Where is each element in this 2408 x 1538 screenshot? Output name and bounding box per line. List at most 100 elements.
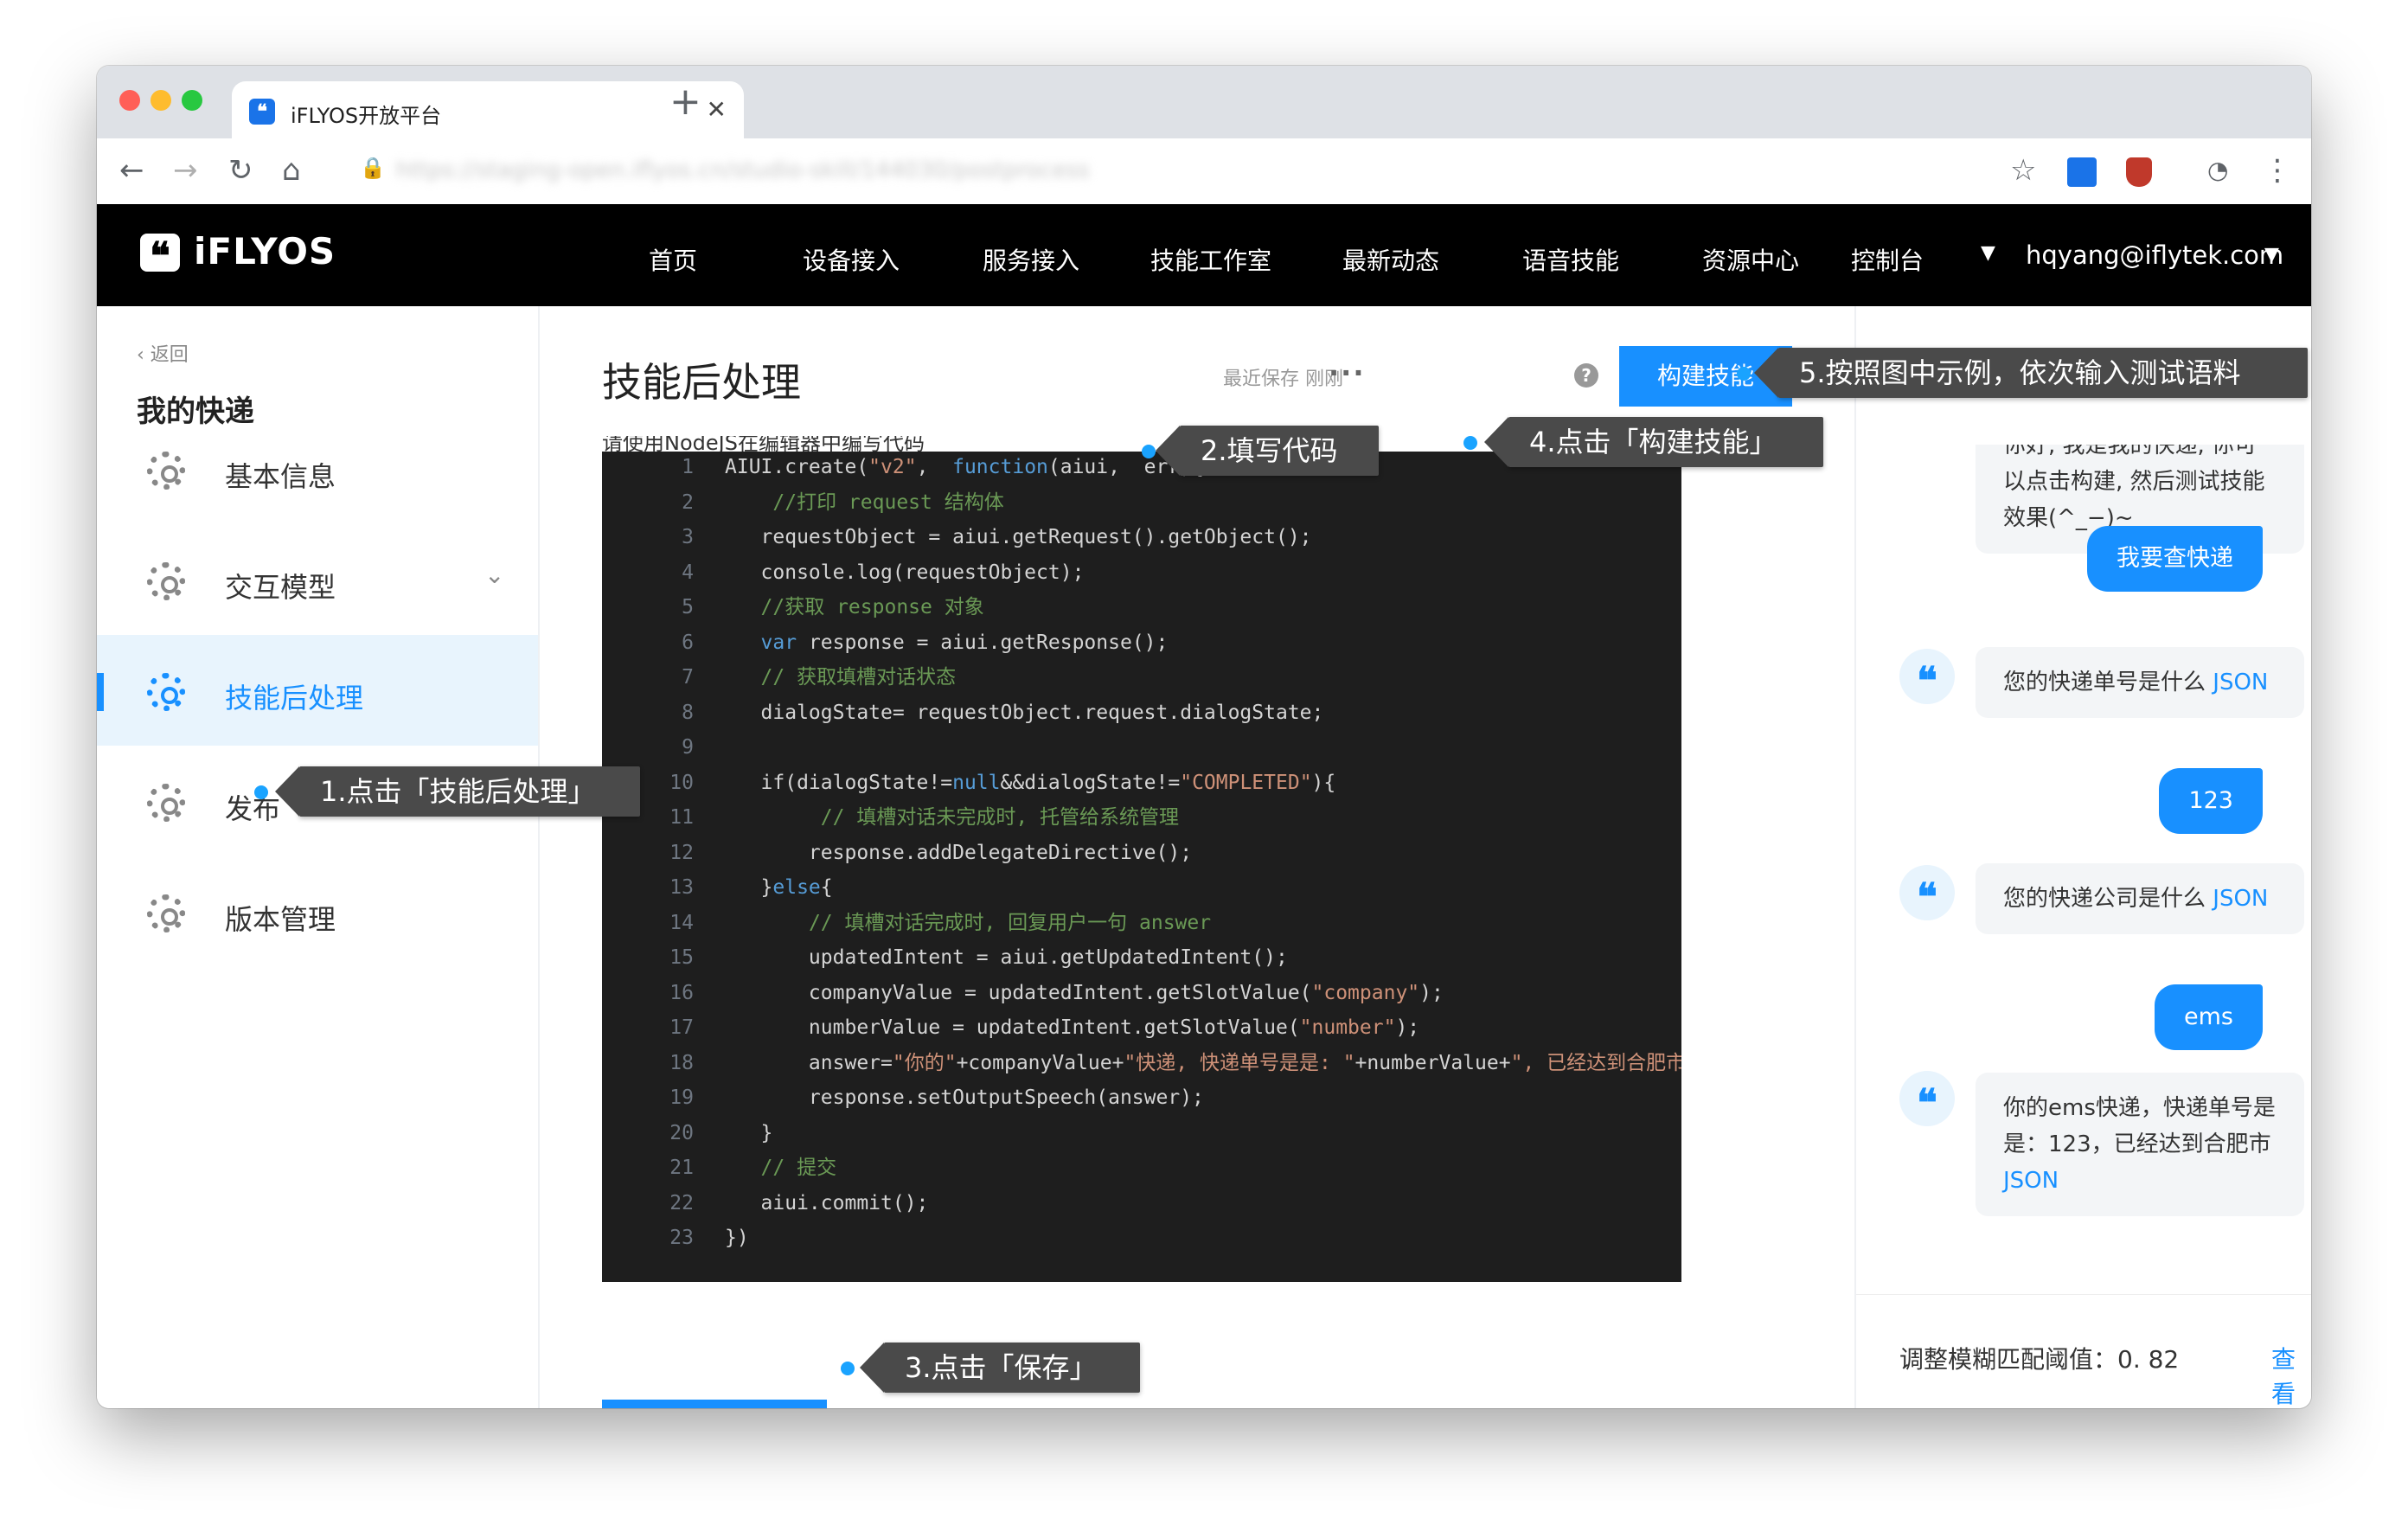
code-line[interactable]: 2 //打印 request 结构体 — [602, 487, 1681, 518]
sidebar-item-postprocess[interactable]: 技能后处理 — [97, 635, 538, 746]
nav-voice-skills[interactable]: 语音技能 — [1522, 242, 1619, 277]
code-line[interactable]: 5 //获取 response 对象 — [602, 592, 1681, 623]
json-link[interactable]: JSON — [2003, 1168, 2059, 1194]
forward-arrow-icon[interactable]: → — [173, 154, 198, 187]
line-number: 18 — [669, 1051, 694, 1074]
sidebar-item-versions[interactable]: 版本管理 — [97, 856, 538, 967]
incognito-icon[interactable]: ◔ — [2207, 154, 2228, 187]
line-number: 15 — [669, 946, 694, 969]
nav-console[interactable]: 控制台 — [1851, 242, 1924, 277]
bot-message-text: 您的快递单号是什么 — [2003, 670, 2206, 695]
back-link[interactable]: ‹ 返回 — [137, 339, 189, 367]
nav-studio[interactable]: 技能工作室 — [1150, 242, 1271, 277]
code-line[interactable]: 20 } — [602, 1118, 1681, 1149]
nav-news[interactable]: 最新动态 — [1342, 242, 1439, 277]
code-line[interactable]: 16 companyValue = updatedIntent.getSlotV… — [602, 977, 1681, 1009]
code-text: }else{ — [725, 876, 833, 899]
code-line[interactable]: 19 response.setOutputSpeech(answer); — [602, 1082, 1681, 1113]
code-line[interactable]: 12 response.addDelegateDirective(); — [602, 837, 1681, 868]
code-line[interactable]: 8 dialogState= requestObject.request.dia… — [602, 697, 1681, 728]
code-text: requestObject = aiui.getRequest().getObj… — [725, 526, 1312, 548]
code-line[interactable]: 14 // 填槽对话完成时, 回复用户一句 answer — [602, 907, 1681, 939]
browser-tab[interactable]: ❝ iFLYOS开放平台 ✕ — [232, 81, 744, 138]
code-text: AIUI.create("v2", function(aiui, err){ — [725, 456, 1204, 478]
bot-avatar-icon: ❝ — [1899, 865, 1955, 920]
nav-home[interactable]: 首页 — [649, 242, 697, 277]
user-message: 我要查快递 — [2087, 526, 2263, 592]
line-number: 23 — [669, 1227, 694, 1249]
user-account[interactable]: hqyang@iflytek.com — [2026, 240, 2283, 270]
line-number: 2 — [682, 490, 694, 514]
nav-resources[interactable]: 资源中心 — [1702, 242, 1799, 277]
code-line[interactable]: 10 if(dialogState!=null&&dialogState!="C… — [602, 767, 1681, 798]
user-chevron-down-icon[interactable]: ▼ — [2264, 244, 2279, 266]
code-line[interactable]: 23}) — [602, 1222, 1681, 1253]
minimize-window-button[interactable] — [150, 90, 171, 111]
match-threshold[interactable]: 调整模糊匹配阈值：0. 82 — [1899, 1341, 2179, 1375]
bot-message-text: 你好, 我是我的快递, 你可以点击构建, 然后测试技能效果(^_−)~ — [2003, 445, 2265, 531]
code-line[interactable]: 13 }else{ — [602, 872, 1681, 903]
code-text: response.setOutputSpeech(answer); — [725, 1086, 1204, 1109]
logo-text[interactable]: iFLYOS — [194, 230, 336, 272]
bookmark-star-icon[interactable]: ☆ — [2010, 154, 2036, 187]
code-line[interactable]: 9 — [602, 732, 1681, 763]
chevron-down-icon[interactable]: ▼ — [1981, 242, 1995, 264]
save-status: 最近保存 刚刚 — [1223, 368, 1343, 390]
ublock-icon[interactable] — [2126, 157, 2152, 187]
bot-message: 你的ems快递，快递单号是是：123，已经达到合肥市 JSON — [1976, 1073, 2304, 1216]
nav-device[interactable]: 设备接入 — [803, 242, 900, 277]
tab-close-icon[interactable]: ✕ — [707, 95, 727, 124]
line-number: 7 — [682, 666, 694, 689]
line-number: 10 — [669, 771, 694, 794]
code-text: // 填槽对话完成时, 回复用户一句 answer — [808, 911, 1212, 934]
reload-icon[interactable]: ↻ — [228, 154, 253, 187]
code-line[interactable]: 7 // 获取填槽对话状态 — [602, 662, 1681, 693]
sidebar-item-interaction-model[interactable]: 交互模型 ⌄ — [97, 524, 538, 635]
help-icon[interactable]: ? — [1574, 363, 1598, 388]
maximize-window-button[interactable] — [182, 90, 202, 111]
code-line[interactable]: 4 console.log(requestObject); — [602, 557, 1681, 588]
code-text: companyValue = updatedIntent.getSlotValu… — [725, 981, 1444, 1004]
callout-step-1: 1.点击「技能后处理」 — [275, 766, 640, 817]
line-number: 22 — [669, 1191, 694, 1214]
test-panel: 你好, 我是我的快递, 你可以点击构建, 然后测试技能效果(^_−)~ 🗑 我要… — [1854, 306, 2311, 1408]
save-button[interactable]: 保存 — [602, 1400, 827, 1408]
back-link-label: 返回 — [150, 344, 189, 366]
sidebar: ‹ 返回 我的快递 基本信息 交互模型 ⌄ 技能后处理 发布 版本管理 — [97, 306, 540, 1408]
line-number: 20 — [669, 1121, 694, 1144]
code-line[interactable]: 18 answer="你的"+companyValue+"快递, 快递单号是是:… — [602, 1048, 1681, 1079]
logo-icon[interactable]: ❝ — [140, 234, 180, 279]
more-options-icon[interactable]: ··· — [1329, 356, 1365, 389]
code-line[interactable]: 22 aiui.commit(); — [602, 1188, 1681, 1219]
close-window-button[interactable] — [119, 90, 140, 111]
line-number: 12 — [669, 841, 694, 864]
code-editor[interactable]: 1 AIUI.create("v2", function(aiui, err){ 2… — [602, 452, 1681, 1282]
code-line[interactable]: 17 numberValue = updatedIntent.getSlotVa… — [602, 1012, 1681, 1043]
code-line[interactable]: 6 var response = aiui.getResponse(); — [602, 627, 1681, 658]
back-arrow-icon[interactable]: ← — [119, 154, 144, 187]
nav-service[interactable]: 服务接入 — [983, 242, 1079, 277]
extension-s-icon[interactable] — [2067, 157, 2097, 187]
code-text: console.log(requestObject); — [725, 561, 1085, 584]
code-line[interactable]: 11 // 填槽对话未完成时, 托管给系统管理 — [602, 802, 1681, 833]
gear-icon — [147, 784, 185, 822]
gear-icon — [147, 673, 185, 711]
line-number: 1 — [682, 456, 694, 478]
new-tab-icon[interactable]: + — [669, 83, 701, 121]
address-bar[interactable]: https://staging-open.iflyos.cn/studio-sk… — [396, 152, 1157, 189]
line-number: 17 — [669, 1016, 694, 1039]
json-link[interactable]: JSON — [2213, 886, 2268, 912]
code-line[interactable]: 21 // 提交 — [602, 1152, 1681, 1183]
favicon-icon: ❝ — [249, 99, 275, 125]
view-docs-link[interactable]: 查看文档 — [2271, 1341, 2311, 1408]
sidebar-item-basic-info[interactable]: 基本信息 — [97, 413, 538, 524]
line-number: 9 — [682, 736, 694, 759]
page-title: 技能后处理 — [602, 359, 801, 406]
home-icon[interactable]: ⌂ — [282, 154, 301, 187]
code-line[interactable]: 15 updatedIntent = aiui.getUpdatedIntent… — [602, 942, 1681, 973]
line-number: 3 — [682, 526, 694, 548]
menu-dots-icon[interactable]: ⋮ — [2263, 154, 2292, 187]
code-line[interactable]: 3 requestObject = aiui.getRequest().getO… — [602, 522, 1681, 553]
json-link[interactable]: JSON — [2213, 670, 2268, 695]
user-message: ems — [2155, 984, 2263, 1050]
